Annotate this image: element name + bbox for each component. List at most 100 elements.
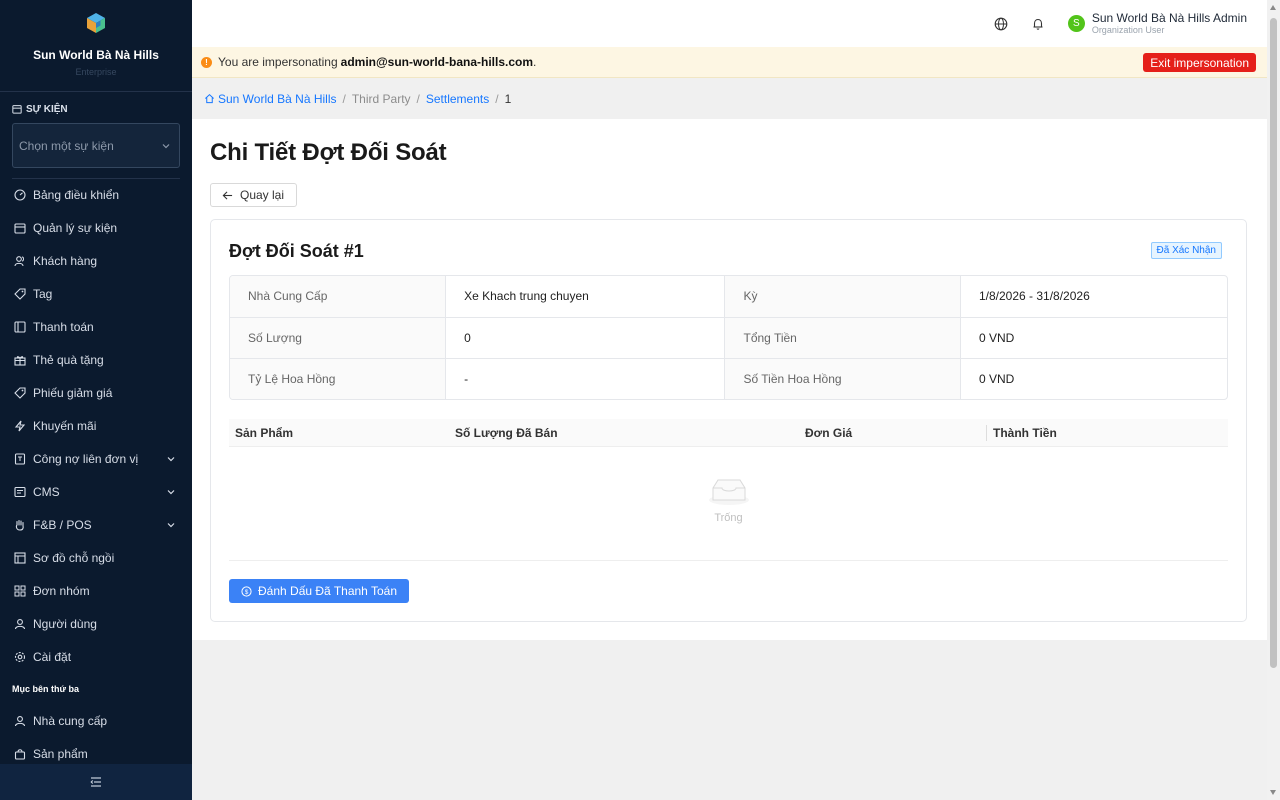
impersonation-banner: ! You are impersonating admin@sun-world-… [192, 47, 1267, 78]
detail-label: Tổng Tiền [724, 317, 961, 359]
main-content: Chi Tiết Đợt Đối Soát Quay lại Đợt Đối S… [192, 119, 1267, 640]
breadcrumb-current: 1 [504, 91, 512, 106]
sidebar: Sun World Bà Nà Hills Enterprise SỰ KIỆN… [0, 0, 192, 800]
brand-name: Sun World Bà Nà Hills [33, 48, 159, 62]
customers-icon [14, 255, 26, 267]
scroll-up-arrow[interactable] [1270, 5, 1276, 10]
mark-as-paid-button[interactable]: $ Đánh Dấu Đã Thanh Toán [229, 579, 409, 603]
breadcrumb-settlements[interactable]: Settlements [426, 92, 489, 106]
sidebar-item-promotion[interactable]: Khuyến mãi [0, 409, 192, 442]
tag-icon [14, 287, 26, 300]
settings-icon [14, 651, 26, 663]
third-party-heading: Mục bên thứ ba [12, 684, 80, 694]
sidebar-item-label: Khuyến mãi [33, 418, 97, 433]
sidebar-item-label: Tag [33, 286, 53, 301]
scroll-thumb[interactable] [1270, 18, 1277, 668]
detail-value: Xe Khach trung chuyen [445, 276, 726, 318]
column-header-product: Sản Phẩm [235, 425, 294, 440]
sidebar-item-tag[interactable]: Tag [0, 277, 192, 310]
back-button[interactable]: Quay lại [210, 183, 298, 207]
sidebar-item-suppliers[interactable]: Nhà cung cấp [0, 704, 192, 737]
seat-map-icon [14, 551, 26, 564]
table-header: Sản Phẩm Số Lượng Đã Bán Đơn Giá Thành T… [229, 419, 1228, 447]
breadcrumb-separator: / [495, 91, 499, 106]
empty-state-label: Trống [714, 512, 743, 524]
sidebar-item-label: Thẻ quà tặng [33, 352, 104, 367]
collapse-sidebar-button[interactable] [0, 764, 192, 800]
breadcrumb-separator: / [416, 91, 420, 106]
hand-icon [14, 519, 26, 531]
back-button-label: Quay lại [240, 188, 285, 202]
chevron-down-icon [167, 522, 175, 527]
calendar-icon [14, 222, 26, 234]
sidebar-item-label: Đơn nhóm [33, 583, 90, 598]
sidebar-item-label: F&B / POS [33, 517, 92, 532]
sidebar-item-group-order[interactable]: Đơn nhóm [0, 574, 192, 607]
column-header-total: Thành Tiền [993, 425, 1057, 440]
bell-icon[interactable] [1031, 17, 1045, 31]
products-table: Sản Phẩm Số Lượng Đã Bán Đơn Giá Thành T… [229, 419, 1228, 561]
user-menu[interactable]: S Sun World Bà Nà Hills Admin Organizati… [1067, 11, 1247, 36]
sidebar-item-label: Sản phẩm [33, 746, 88, 761]
empty-state: Trống [229, 447, 1228, 561]
event-heading: SỰ KIỆN [12, 102, 180, 116]
sidebar-item-users[interactable]: Người dùng [0, 607, 192, 640]
chevron-down-icon [167, 489, 175, 494]
breadcrumb-home[interactable]: Sun World Bà Nà Hills [218, 92, 337, 106]
sidebar-item-label: Công nợ liên đơn vị [33, 451, 139, 466]
sidebar-item-label: Thanh toán [33, 319, 94, 334]
document-icon [14, 486, 26, 498]
detail-row: Số Lượng 0 Tổng Tiền 0 VND [230, 317, 1227, 359]
coupon-icon [14, 386, 26, 399]
sidebar-item-gift-card[interactable]: Thẻ quà tặng [0, 343, 192, 376]
column-header-quantity-sold: Số Lượng Đã Bán [455, 425, 558, 440]
event-heading-label: SỰ KIỆN [26, 103, 68, 115]
exit-impersonation-button[interactable]: Exit impersonation [1143, 53, 1256, 72]
detail-value: 0 [445, 317, 726, 359]
sidebar-item-label: Cài đặt [33, 649, 72, 664]
sidebar-item-settings[interactable]: Cài đặt [0, 640, 192, 673]
sidebar-item-seat-map[interactable]: Sơ đồ chỗ ngồi [0, 541, 192, 574]
top-header: S Sun World Bà Nà Hills Admin Organizati… [192, 0, 1267, 47]
grid-icon [14, 585, 26, 597]
event-select[interactable]: Chọn một sự kiện [12, 123, 180, 168]
breadcrumb-separator: / [342, 91, 346, 106]
scroll-down-arrow[interactable] [1270, 790, 1276, 795]
sidebar-item-label: Khách hàng [33, 253, 98, 268]
detail-value: 0 VND [960, 317, 1227, 359]
warning-icon: ! [201, 56, 212, 68]
gift-icon [14, 354, 26, 366]
arrow-left-icon [222, 190, 233, 201]
breadcrumb: Sun World Bà Nà Hills / Third Party / Se… [192, 78, 1267, 119]
home-icon[interactable] [204, 93, 215, 104]
bag-icon [14, 748, 26, 760]
sidebar-item-label: Nhà cung cấp [33, 713, 108, 728]
sidebar-item-inter-unit-debt[interactable]: Công nợ liên đơn vị [0, 442, 192, 475]
sidebar-item-label: Phiếu giảm giá [33, 385, 113, 400]
sidebar-item-coupon[interactable]: Phiếu giảm giá [0, 376, 192, 409]
sidebar-item-payment[interactable]: Thanh toán [0, 310, 192, 343]
lightning-icon [14, 420, 26, 432]
sidebar-item-events[interactable]: Quản lý sự kiện [0, 211, 192, 244]
breadcrumb-section: Third Party [351, 91, 411, 106]
sidebar-menu: Bảng điều khiển Quản lý sự kiện Khách hà… [0, 178, 192, 673]
event-select-placeholder: Chọn một sự kiện [19, 138, 114, 153]
ledger-icon [14, 452, 26, 465]
detail-row: Nhà Cung Cấp Xe Khach trung chuyen Kỳ 1/… [230, 276, 1227, 318]
svg-text:$: $ [245, 588, 249, 595]
detail-value: - [445, 358, 726, 399]
sidebar-item-dashboard[interactable]: Bảng điều khiển [0, 178, 192, 211]
globe-icon[interactable] [994, 17, 1008, 31]
sidebar-item-label: CMS [33, 484, 60, 499]
settlement-card: Đợt Đối Soát #1 Đã Xác Nhận Nhà Cung Cấp… [210, 219, 1247, 622]
logo-icon [87, 13, 105, 33]
chevron-down-icon [162, 143, 170, 148]
sidebar-item-customers[interactable]: Khách hàng [0, 244, 192, 277]
dashboard-icon [14, 188, 26, 201]
chevron-down-icon [167, 456, 175, 461]
sidebar-item-cms[interactable]: CMS [0, 475, 192, 508]
vertical-scrollbar[interactable] [1267, 0, 1280, 800]
menu-fold-icon [90, 777, 101, 787]
sidebar-item-fnb-pos[interactable]: F&B / POS [0, 508, 192, 541]
detail-row: Tỷ Lệ Hoa Hồng - Số Tiền Hoa Hồng 0 VND [230, 358, 1227, 399]
